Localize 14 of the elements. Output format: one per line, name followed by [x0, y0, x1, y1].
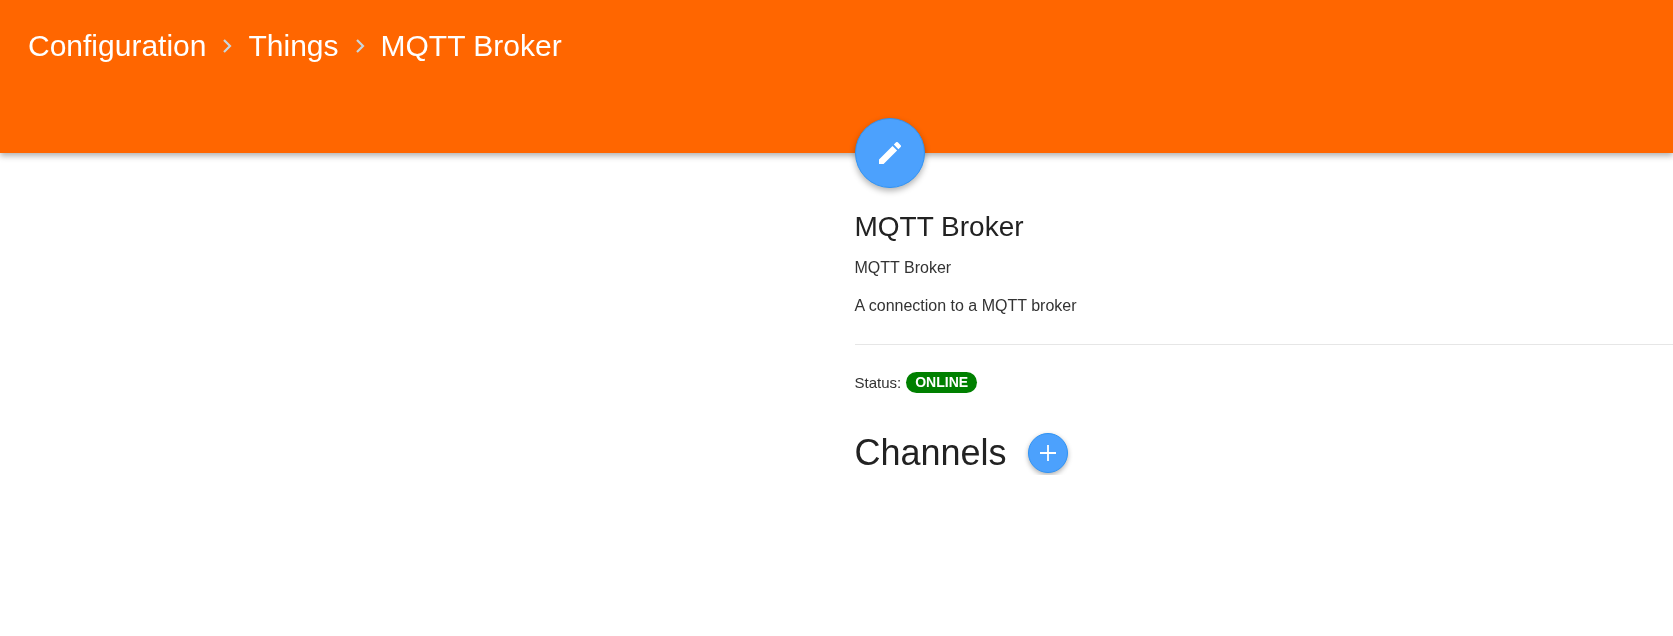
chevron-right-icon [222, 38, 233, 54]
thing-title: MQTT Broker [854, 210, 1024, 244]
plus-icon [1039, 445, 1056, 461]
thing-type: MQTT Broker [854, 258, 952, 278]
status-badge: ONLINE [906, 371, 978, 393]
status-label: Status: [854, 373, 902, 391]
channels-heading: Channels [854, 431, 1007, 475]
breadcrumb-link[interactable]: Configuration [28, 28, 207, 64]
breadcrumb-link[interactable]: Things [248, 28, 339, 64]
thing-description: A connection to a MQTT broker [854, 296, 1077, 316]
add-channel-button[interactable] [1027, 433, 1068, 473]
pencil-icon [878, 142, 901, 164]
chevron-right-icon [354, 38, 365, 54]
breadcrumb-current: MQTT Broker [380, 28, 562, 64]
